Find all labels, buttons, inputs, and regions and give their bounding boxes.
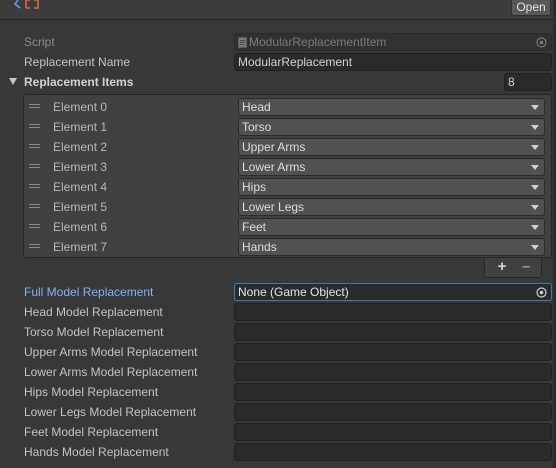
dropdown-value: Upper Arms: [242, 140, 306, 154]
list-item: Element 4 Hips: [24, 177, 551, 197]
lower-arms-model-field[interactable]: [234, 363, 552, 381]
caret-down-icon: [531, 185, 539, 190]
element-dropdown[interactable]: Head: [238, 98, 545, 116]
torso-model-field[interactable]: [234, 323, 552, 341]
hips-model-field[interactable]: [234, 383, 552, 401]
element-dropdown[interactable]: Lower Arms: [238, 158, 545, 176]
element-label: Element 3: [53, 160, 108, 174]
array-size-input[interactable]: 8: [504, 73, 552, 91]
dropdown-value: Hips: [242, 180, 267, 194]
element-label: Element 5: [53, 200, 108, 214]
hips-model-label: Hips Model Replacement: [24, 385, 159, 399]
dropdown-value: Hands: [242, 240, 277, 254]
element-label: Element 4: [53, 180, 108, 194]
add-item-button[interactable]: +: [490, 259, 514, 275]
dropdown-value: Torso: [242, 120, 272, 134]
cs-script-icon: [238, 37, 247, 48]
object-picker-icon: [536, 37, 547, 48]
hands-model-field[interactable]: [234, 443, 552, 461]
caret-down-icon: [531, 105, 539, 110]
caret-down-icon: [531, 205, 539, 210]
caret-down-icon: [531, 225, 539, 230]
model-field-row: Torso Model Replacement: [0, 322, 556, 342]
list-item: Element 3 Lower Arms: [24, 157, 551, 177]
element-dropdown[interactable]: Torso: [238, 118, 545, 136]
model-field-row: Lower Legs Model Replacement: [0, 402, 556, 422]
model-field-row: Hands Model Replacement: [0, 442, 556, 462]
head-model-label: Head Model Replacement: [24, 305, 163, 319]
model-field-row: Feet Model Replacement: [0, 422, 556, 442]
replacement-name-row: Replacement Name ModularReplacement: [0, 52, 556, 72]
list-item: Element 0 Head: [24, 97, 551, 117]
list-footer: + –: [484, 258, 542, 278]
hands-model-label: Hands Model Replacement: [24, 445, 169, 459]
element-label: Element 6: [53, 220, 108, 234]
torso-model-label: Torso Model Replacement: [24, 325, 164, 339]
element-dropdown[interactable]: Upper Arms: [238, 138, 545, 156]
list-item: Element 1 Torso: [24, 117, 551, 137]
element-label: Element 0: [53, 100, 108, 114]
foldout-arrow-icon[interactable]: [9, 78, 17, 85]
dropdown-value: Head: [242, 100, 271, 114]
full-model-label: Full Model Replacement: [24, 285, 154, 299]
element-dropdown[interactable]: Hands: [238, 238, 545, 256]
caret-down-icon: [531, 165, 539, 170]
list-item: Element 5 Lower Legs: [24, 197, 551, 217]
drag-handle-icon[interactable]: [29, 184, 40, 189]
caret-down-icon: [531, 125, 539, 130]
replacement-name-input[interactable]: ModularReplacement: [234, 53, 552, 71]
replacement-items-label: Replacement Items: [24, 75, 134, 89]
caret-down-icon: [531, 245, 539, 250]
upper-arms-model-field[interactable]: [234, 343, 552, 361]
element-label: Element 1: [53, 120, 108, 134]
drag-handle-icon[interactable]: [29, 124, 40, 129]
script-icon: [14, 0, 39, 9]
head-model-field[interactable]: [234, 303, 552, 321]
list-item: Element 2 Upper Arms: [24, 137, 551, 157]
object-picker-icon[interactable]: [536, 287, 547, 298]
full-model-row: Full Model Replacement None (Game Object…: [0, 282, 556, 302]
element-label: Element 7: [53, 240, 108, 254]
inspector-header: Open: [0, 0, 556, 20]
script-field: ModularReplacementItem: [234, 33, 552, 51]
feet-model-label: Feet Model Replacement: [24, 425, 159, 439]
drag-handle-icon[interactable]: [29, 244, 40, 249]
dropdown-value: Feet: [242, 220, 267, 234]
full-model-value: None (Game Object): [238, 285, 349, 299]
script-value: ModularReplacementItem: [249, 35, 387, 49]
model-field-row: Head Model Replacement: [0, 302, 556, 322]
feet-model-field[interactable]: [234, 423, 552, 441]
element-dropdown[interactable]: Feet: [238, 218, 545, 236]
model-field-row: Upper Arms Model Replacement: [0, 342, 556, 362]
drag-handle-icon[interactable]: [29, 164, 40, 169]
remove-item-button[interactable]: –: [514, 259, 538, 275]
full-model-object-field[interactable]: None (Game Object): [234, 283, 552, 301]
script-row: Script ModularReplacementItem: [0, 32, 556, 52]
dropdown-value: Lower Arms: [242, 160, 306, 174]
drag-handle-icon[interactable]: [29, 104, 40, 109]
model-field-row: Hips Model Replacement: [0, 382, 556, 402]
drag-handle-icon[interactable]: [29, 204, 40, 209]
lower-legs-model-field[interactable]: [234, 403, 552, 421]
replacement-items-header[interactable]: Replacement Items 8: [0, 72, 556, 92]
replacement-items-list: Element 0 Head Element 1 Torso Element 2…: [23, 94, 552, 258]
script-label: Script: [24, 35, 55, 49]
element-dropdown[interactable]: Hips: [238, 178, 545, 196]
element-dropdown[interactable]: Lower Legs: [238, 198, 545, 216]
list-item: Element 6 Feet: [24, 217, 551, 237]
list-item: Element 7 Hands: [24, 237, 551, 257]
open-button[interactable]: Open: [511, 0, 551, 16]
lower-arms-model-label: Lower Arms Model Replacement: [24, 365, 198, 379]
upper-arms-model-label: Upper Arms Model Replacement: [24, 345, 198, 359]
element-label: Element 2: [53, 140, 108, 154]
drag-handle-icon[interactable]: [29, 224, 40, 229]
lower-legs-model-label: Lower Legs Model Replacement: [24, 405, 197, 419]
drag-handle-icon[interactable]: [29, 144, 40, 149]
dropdown-value: Lower Legs: [242, 200, 305, 214]
caret-down-icon: [531, 145, 539, 150]
replacement-name-label: Replacement Name: [24, 55, 131, 69]
model-field-row: Lower Arms Model Replacement: [0, 362, 556, 382]
